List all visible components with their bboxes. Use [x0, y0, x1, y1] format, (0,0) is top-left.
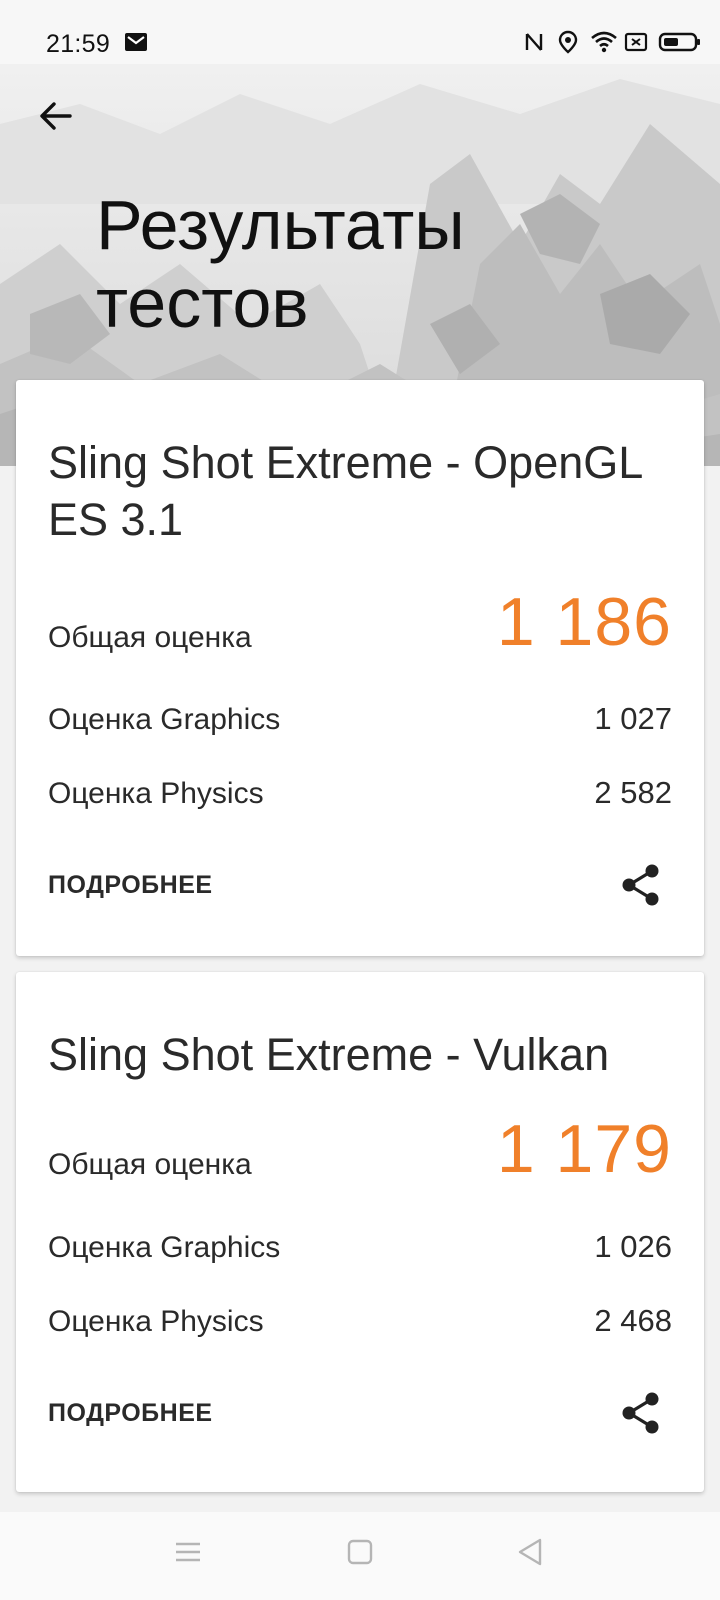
graphics-score-label: Оценка Graphics	[48, 1231, 281, 1264]
wifi-icon	[590, 30, 617, 54]
sim-icon	[624, 30, 650, 54]
overall-score-value: 1 179	[496, 1111, 672, 1187]
physics-score-row: Оценка Physics 2 582	[48, 761, 672, 811]
recent-apps-button[interactable]	[168, 1532, 208, 1572]
page-title: Результаты тестов	[96, 186, 465, 342]
home-icon	[347, 1539, 373, 1565]
battery-icon	[658, 30, 702, 54]
physics-score-row: Оценка Physics 2 468	[48, 1289, 672, 1339]
graphics-score-row: Оценка Graphics 1 027	[48, 687, 672, 737]
mail-icon	[124, 32, 148, 52]
home-button[interactable]	[340, 1532, 380, 1572]
overall-score-row: Общая оценка 1 186	[48, 584, 672, 660]
graphics-score-value: 1 027	[594, 701, 672, 736]
share-button[interactable]	[618, 1390, 664, 1436]
arrow-left-icon	[40, 102, 72, 130]
physics-score-value: 2 582	[594, 775, 672, 810]
back-triangle-icon	[518, 1538, 542, 1566]
overall-score-label: Общая оценка	[48, 1148, 252, 1181]
result-card: Sling Shot Extreme - Vulkan Общая оценка…	[16, 972, 704, 1492]
graphics-score-value: 1 026	[594, 1229, 672, 1264]
physics-score-value: 2 468	[594, 1303, 672, 1338]
graphics-score-row: Оценка Graphics 1 026	[48, 1215, 672, 1265]
graphics-score-label: Оценка Graphics	[48, 703, 281, 736]
share-icon	[622, 864, 659, 906]
status-icons	[522, 30, 702, 54]
test-name: Sling Shot Extreme - Vulkan	[48, 1029, 610, 1080]
overall-score-row: Общая оценка 1 179	[48, 1111, 672, 1187]
details-button[interactable]: ПОДРОБНЕЕ	[48, 1399, 213, 1428]
status-time: 21:59	[46, 30, 111, 58]
back-button[interactable]	[34, 94, 78, 138]
system-back-button[interactable]	[510, 1532, 550, 1572]
share-icon	[622, 1392, 659, 1434]
menu-icon	[176, 1542, 200, 1562]
result-card: Sling Shot Extreme - OpenGL ES 3.1 Общая…	[16, 380, 704, 956]
nfc-icon	[522, 30, 548, 54]
physics-score-label: Оценка Physics	[48, 777, 264, 810]
status-bar: 21:59	[0, 0, 720, 64]
location-icon	[556, 30, 582, 54]
overall-score-label: Общая оценка	[48, 621, 252, 654]
test-name: Sling Shot Extreme - OpenGL ES 3.1	[48, 437, 642, 545]
navigation-bar	[0, 1512, 720, 1600]
physics-score-label: Оценка Physics	[48, 1305, 264, 1338]
share-button[interactable]	[618, 862, 664, 908]
overall-score-value: 1 186	[496, 584, 672, 660]
details-button[interactable]: ПОДРОБНЕЕ	[48, 871, 213, 900]
